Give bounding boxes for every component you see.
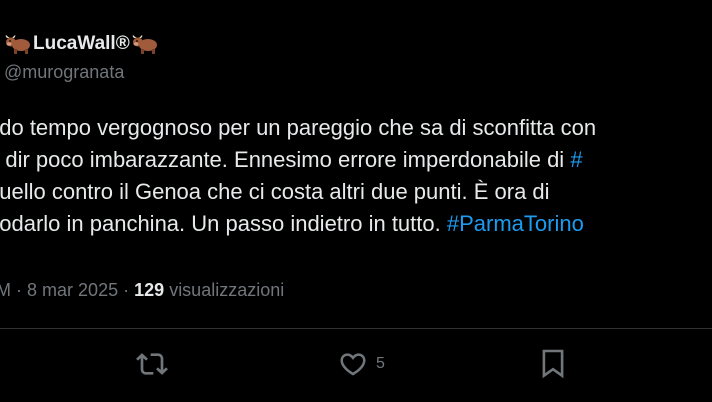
- author-display-name[interactable]: LucaWall®: [33, 32, 130, 56]
- bookmark-icon: [540, 348, 566, 380]
- tweet-time[interactable]: M: [0, 280, 11, 300]
- hashtag-link[interactable]: #: [570, 147, 582, 172]
- tweet-text-segment: a dir poco imbarazzante. Ennesimo errore…: [0, 147, 571, 172]
- heart-icon: [338, 349, 368, 379]
- hashtag-link[interactable]: #ParmaTorino: [447, 211, 584, 236]
- views-label: visualizzazioni: [169, 280, 285, 300]
- tweet-date[interactable]: 8 mar 2025: [27, 280, 118, 300]
- tweet-text-line: nodarlo in panchina. Un passo indietro i…: [0, 208, 712, 240]
- tweet-text-line: ndo tempo vergognoso per un pareggio che…: [0, 112, 712, 144]
- ox-emoji-icon: [131, 34, 158, 54]
- tweet-text-line: quello contro il Genoa che ci costa altr…: [0, 176, 712, 208]
- tweet-meta: M · 8 mar 2025 · 129 visualizzazioni: [0, 278, 284, 302]
- retweet-icon: [136, 348, 168, 380]
- tweet-text-segment: ndo tempo vergognoso per un pareggio che…: [0, 115, 597, 140]
- tweet-text-segment: nodarlo in panchina. Un passo indietro i…: [0, 211, 447, 236]
- like-button[interactable]: 5: [338, 346, 385, 382]
- meta-separator: ·: [123, 280, 130, 300]
- retweet-button[interactable]: [136, 346, 168, 382]
- author-handle[interactable]: @murogranata: [4, 60, 124, 84]
- bookmark-button[interactable]: [540, 346, 566, 382]
- meta-separator: ·: [16, 280, 23, 300]
- tweet-text: ndo tempo vergognoso per un pareggio che…: [0, 112, 712, 240]
- author-name-row[interactable]: LucaWall®: [4, 32, 158, 56]
- ox-emoji-icon: [4, 34, 31, 54]
- like-count: 5: [376, 355, 385, 372]
- tweet-actions: 5: [0, 346, 712, 382]
- views-count: 129: [134, 280, 165, 300]
- divider: [0, 328, 712, 329]
- tweet-text-segment: quello contro il Genoa che ci costa altr…: [0, 179, 550, 204]
- tweet-text-line: a dir poco imbarazzante. Ennesimo errore…: [0, 144, 712, 176]
